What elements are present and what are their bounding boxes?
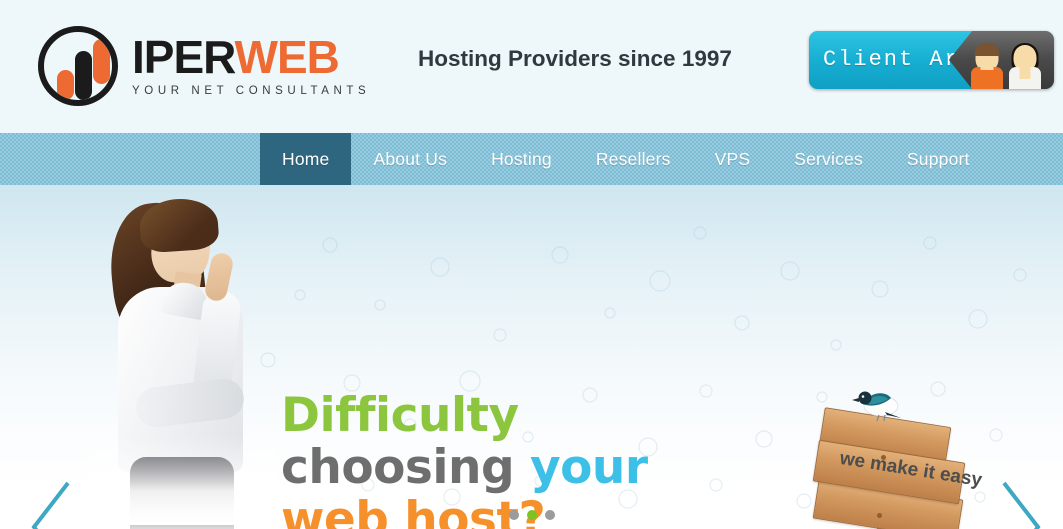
carousel-next-arrow[interactable]: [998, 477, 1044, 529]
logo-wordmark: IPERWEB: [132, 34, 370, 80]
site-logo[interactable]: IPERWEB YOUR NET CONSULTANTS: [38, 26, 370, 106]
carousel-prev-arrow[interactable]: [28, 477, 74, 529]
avatar-hair: [974, 43, 1000, 56]
logo-tagline: YOUR NET CONSULTANTS: [132, 85, 371, 98]
nav-item-support[interactable]: Support: [885, 133, 992, 185]
headline-line-2: choosing your: [281, 442, 648, 494]
headline-word-difficulty: Difficulty: [281, 388, 519, 443]
logo-wordmark-part1: IPER: [132, 31, 236, 84]
client-area-button[interactable]: Client Area: [809, 31, 1054, 89]
carousel-pagination: [0, 510, 1063, 520]
signpost-screw: [877, 513, 882, 518]
logo-wordmark-part2: WEB: [234, 31, 340, 84]
site-header: IPERWEB YOUR NET CONSULTANTS Hosting Pro…: [0, 0, 1063, 133]
user-avatar-male-icon: [970, 43, 1004, 89]
user-avatar-female-icon: [1008, 43, 1042, 89]
main-navigation: Home About Us Hosting Resellers VPS Serv…: [0, 133, 1063, 185]
bird-icon: [852, 391, 901, 422]
headline-word-your: your: [529, 440, 648, 495]
businesswoman-photo: [90, 195, 275, 529]
page-root: IPERWEB YOUR NET CONSULTANTS Hosting Pro…: [0, 0, 1063, 529]
headline-line-1: Difficulty: [281, 390, 648, 442]
avatar-body: [971, 67, 1003, 89]
carousel-dot-3[interactable]: [544, 510, 555, 520]
nav-item-home[interactable]: Home: [260, 133, 352, 185]
nav-item-about-us[interactable]: About Us: [351, 133, 469, 185]
bar-chart-circle-icon: [38, 26, 118, 106]
nav-item-vps[interactable]: VPS: [693, 133, 773, 185]
nav-item-resellers[interactable]: Resellers: [574, 133, 693, 185]
carousel-dot-2[interactable]: [526, 510, 537, 520]
hero-carousel: Difficulty choosing your web host? Top W…: [0, 185, 1063, 529]
wooden-signpost-icon: we make it easy: [812, 385, 995, 529]
logo-bar-short: [57, 70, 74, 100]
hero-headline: Difficulty choosing your web host?: [281, 390, 648, 529]
logo-text-block: IPERWEB YOUR NET CONSULTANTS: [132, 34, 370, 98]
nav-item-hosting[interactable]: Hosting: [469, 133, 574, 185]
avatar-collar: [980, 64, 994, 70]
logo-bar-tall-dark: [75, 51, 92, 100]
carousel-dot-1[interactable]: [508, 510, 519, 520]
header-tagline: Hosting Providers since 1997: [418, 46, 732, 71]
headline-word-choosing: choosing: [281, 440, 515, 495]
logo-bar-tall-orange: [93, 39, 110, 84]
nav-item-services[interactable]: Services: [772, 133, 885, 185]
avatar-body: [1009, 67, 1041, 89]
